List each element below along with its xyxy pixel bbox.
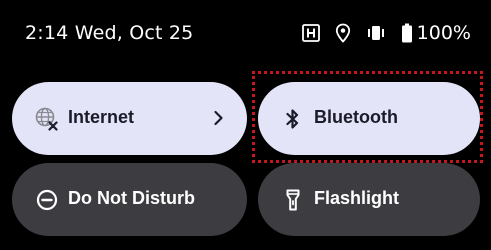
vibrate-icon (365, 23, 387, 43)
tile-flashlight[interactable]: Flashlight (258, 163, 480, 236)
battery-percent: 100% (416, 22, 471, 44)
tile-internet[interactable]: Internet (12, 82, 247, 155)
tile-do-not-disturb-label: Do Not Disturb (68, 188, 195, 208)
do-not-disturb-icon (34, 187, 60, 213)
flashlight-icon (280, 187, 306, 213)
status-bar: 2:14 Wed, Oct 25 100% (0, 0, 491, 64)
tile-do-not-disturb[interactable]: Do Not Disturb (12, 163, 247, 236)
battery-indicator: 100% (401, 22, 471, 44)
highlight-box (252, 71, 483, 163)
tile-internet-label: Internet (68, 107, 135, 127)
status-icons: 100% (301, 20, 471, 46)
chevron-right-icon[interactable] (209, 109, 227, 127)
status-datetime: 2:14 Wed, Oct 25 (25, 22, 194, 44)
nfc-icon (301, 23, 321, 43)
location-icon (335, 23, 351, 43)
globe-icon (34, 106, 60, 132)
tile-flashlight-label: Flashlight (314, 188, 399, 208)
battery-icon (401, 23, 413, 43)
